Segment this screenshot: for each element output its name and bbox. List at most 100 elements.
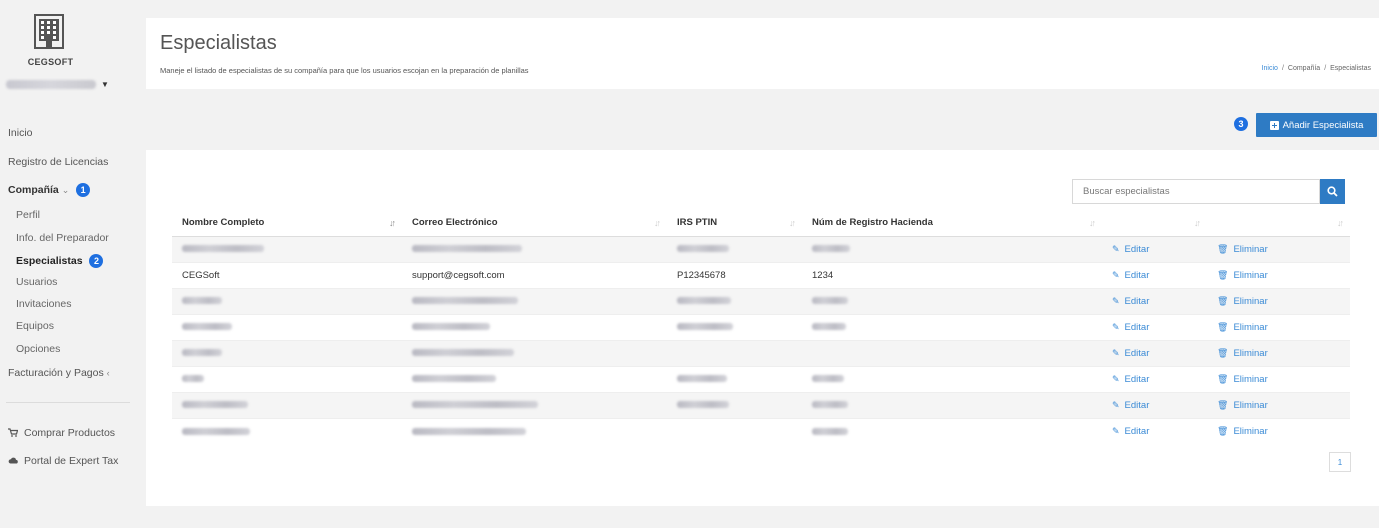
divider: [6, 402, 130, 403]
sidebar-item-portal[interactable]: Portal de Expert Tax: [8, 455, 118, 467]
edit-label: Editar: [1124, 347, 1150, 359]
delete-button[interactable]: 🗑 Eliminar: [1217, 296, 1268, 307]
redacted-text: [182, 297, 222, 305]
cell-edit: ✎ Editar: [1102, 391, 1207, 418]
edit-button[interactable]: ✎ Editar: [1112, 426, 1149, 437]
redacted-text: [812, 375, 844, 383]
trash-icon: 🗑: [1217, 373, 1229, 384]
sidebar-item-preparador[interactable]: Info. del Preparador: [16, 232, 109, 244]
edit-button[interactable]: ✎ Editar: [1112, 244, 1149, 255]
edit-label: Editar: [1124, 321, 1150, 333]
cell-ptin: [667, 313, 802, 340]
caret-down-icon[interactable]: ▼: [101, 80, 109, 89]
redacted-text: [412, 401, 538, 409]
edit-icon: ✎: [1112, 373, 1120, 384]
column-header-edit[interactable]: ↓↑: [1102, 210, 1207, 237]
sort-icon: ↓↑: [789, 218, 796, 228]
cell-delete: 🗑 Eliminar: [1207, 391, 1350, 418]
cell-delete: 🗑 Eliminar: [1207, 261, 1350, 288]
trash-icon: 🗑: [1217, 269, 1229, 280]
cell-name: [172, 339, 402, 366]
sidebar-item-invitaciones[interactable]: Invitaciones: [16, 298, 71, 310]
cell-email: [402, 417, 667, 444]
sidebar-item-equipos[interactable]: Equipos: [16, 320, 54, 332]
chevron-left-icon: ‹: [106, 368, 110, 378]
delete-button[interactable]: 🗑 Eliminar: [1217, 374, 1268, 385]
table-row: ✎ Editar 🗑 Eliminar: [172, 235, 1350, 262]
sidebar-item-facturacion[interactable]: Facturación y Pagos ‹: [8, 367, 110, 379]
edit-button[interactable]: ✎ Editar: [1112, 322, 1149, 333]
sidebar-item-label: Facturación y Pagos: [8, 367, 104, 379]
trash-icon: 🗑: [1217, 295, 1229, 306]
sidebar: CEGSOFT ▼ Inicio Registro de Licencias C…: [0, 0, 134, 528]
sidebar-item-perfil[interactable]: Perfil: [16, 209, 40, 221]
sidebar-item-compania[interactable]: Compañía ⌄ 1: [8, 183, 91, 197]
edit-label: Editar: [1124, 425, 1150, 437]
cell-edit: ✎ Editar: [1102, 261, 1207, 288]
redacted-text: [812, 245, 850, 253]
cell-registro: [802, 391, 1102, 418]
edit-button[interactable]: ✎ Editar: [1112, 374, 1149, 385]
sidebar-item-comprar[interactable]: Comprar Productos: [8, 427, 115, 439]
cell-email: [402, 313, 667, 340]
edit-icon: ✎: [1112, 295, 1120, 306]
pagination-page-1[interactable]: 1: [1329, 452, 1351, 472]
delete-button[interactable]: 🗑 Eliminar: [1217, 426, 1268, 437]
cell-ptin: [667, 365, 802, 392]
column-header-registro[interactable]: Núm de Registro Hacienda ↓↑: [802, 210, 1102, 237]
cell-name: [172, 235, 402, 262]
sidebar-item-label: Comprar Productos: [24, 427, 116, 439]
sort-icon: ↓↑: [654, 218, 661, 228]
plus-square-icon: [1269, 120, 1279, 130]
column-header-email[interactable]: Correo Electrónico ↓↑: [402, 210, 667, 237]
redacted-text: [677, 375, 727, 383]
column-header-name[interactable]: Nombre Completo ↓↑: [172, 210, 402, 237]
sort-icon: ↓↑: [1337, 218, 1344, 228]
sidebar-item-especialistas[interactable]: Especialistas 2: [16, 254, 104, 268]
delete-button[interactable]: 🗑 Eliminar: [1217, 322, 1268, 333]
edit-icon: ✎: [1112, 243, 1120, 254]
edit-button[interactable]: ✎ Editar: [1112, 296, 1149, 307]
column-header-label: Correo Electrónico: [412, 217, 498, 229]
cell-registro: [802, 235, 1102, 262]
delete-button[interactable]: 🗑 Eliminar: [1217, 244, 1268, 255]
breadcrumb-compania[interactable]: Compañía: [1288, 65, 1320, 72]
delete-button[interactable]: 🗑 Eliminar: [1217, 400, 1268, 411]
table-row: ✎ Editar 🗑 Eliminar: [172, 339, 1350, 366]
breadcrumb-inicio[interactable]: Inicio: [1262, 65, 1278, 72]
redacted-text: [677, 401, 729, 409]
cell-delete: 🗑 Eliminar: [1207, 235, 1350, 262]
edit-label: Editar: [1124, 399, 1150, 411]
cell-email: [402, 235, 667, 262]
cell-ptin: [667, 235, 802, 262]
column-header-ptin[interactable]: IRS PTIN ↓↑: [667, 210, 802, 237]
sidebar-item-registro[interactable]: Registro de Licencias: [8, 156, 108, 168]
user-email[interactable]: [6, 80, 96, 89]
sidebar-item-inicio[interactable]: Inicio: [8, 127, 33, 139]
edit-button[interactable]: ✎ Editar: [1112, 270, 1149, 281]
redacted-text: [412, 375, 496, 383]
sidebar-item-usuarios[interactable]: Usuarios: [16, 276, 57, 288]
cell-edit: ✎ Editar: [1102, 339, 1207, 366]
edit-button[interactable]: ✎ Editar: [1112, 348, 1149, 359]
redacted-text: [182, 349, 222, 357]
redacted-text: [412, 297, 518, 305]
table-header-row: Nombre Completo ↓↑ Correo Electrónico ↓↑ I…: [172, 210, 1350, 237]
redacted-text: [412, 349, 514, 357]
delete-button[interactable]: 🗑 Eliminar: [1217, 270, 1268, 281]
redacted-text: [182, 375, 204, 383]
edit-button[interactable]: ✎ Editar: [1112, 400, 1149, 411]
search-input[interactable]: [1072, 179, 1320, 204]
delete-button[interactable]: 🗑 Eliminar: [1217, 348, 1268, 359]
sidebar-item-label: Compañía: [8, 183, 59, 196]
delete-label: Eliminar: [1233, 295, 1268, 307]
sidebar-item-opciones[interactable]: Opciones: [16, 343, 60, 355]
column-header-delete[interactable]: ↓↑: [1207, 210, 1350, 237]
edit-label: Editar: [1124, 243, 1150, 255]
search-button[interactable]: [1320, 179, 1345, 204]
add-specialist-button[interactable]: Añadir Especialista: [1256, 113, 1377, 137]
cell-email: [402, 391, 667, 418]
cell-delete: 🗑 Eliminar: [1207, 365, 1350, 392]
redacted-text: [412, 245, 522, 253]
redacted-text: [677, 323, 733, 331]
